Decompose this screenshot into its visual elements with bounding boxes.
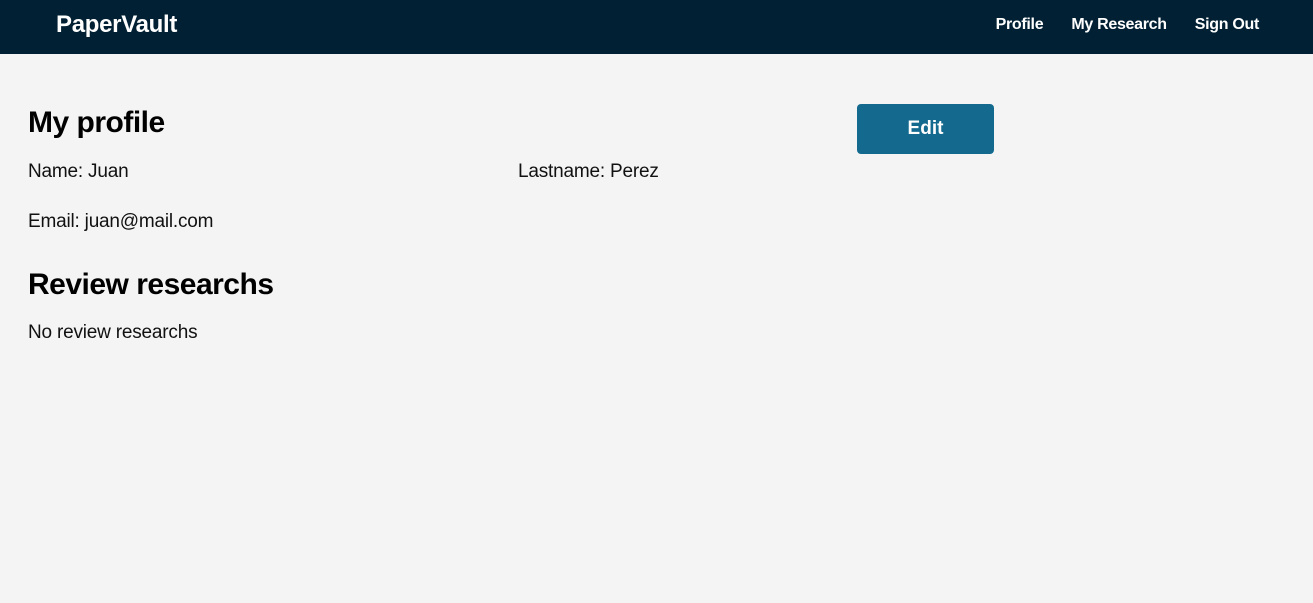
- profile-title: My profile: [28, 106, 165, 139]
- nav-link-sign-out[interactable]: Sign Out: [1195, 16, 1260, 34]
- profile-email: Email: juan@mail.com: [28, 211, 214, 232]
- nav-link-profile[interactable]: Profile: [996, 16, 1044, 34]
- review-researchs-title: Review researchs: [28, 268, 274, 301]
- nav-link-my-research[interactable]: My Research: [1071, 16, 1167, 34]
- brand-logo-link[interactable]: PaperVault: [56, 11, 177, 39]
- profile-lastname: Lastname: Perez: [518, 161, 659, 182]
- profile-name: Name: Juan: [28, 161, 129, 182]
- top-navbar: PaperVault Profile My Research Sign Out: [0, 0, 1313, 54]
- nav-links: Profile My Research Sign Out: [996, 16, 1260, 34]
- edit-profile-button[interactable]: Edit: [857, 104, 994, 154]
- review-researchs-empty-message: No review researchs: [28, 322, 198, 343]
- main-content: My profile Edit Name: Juan Lastname: Per…: [0, 54, 1313, 603]
